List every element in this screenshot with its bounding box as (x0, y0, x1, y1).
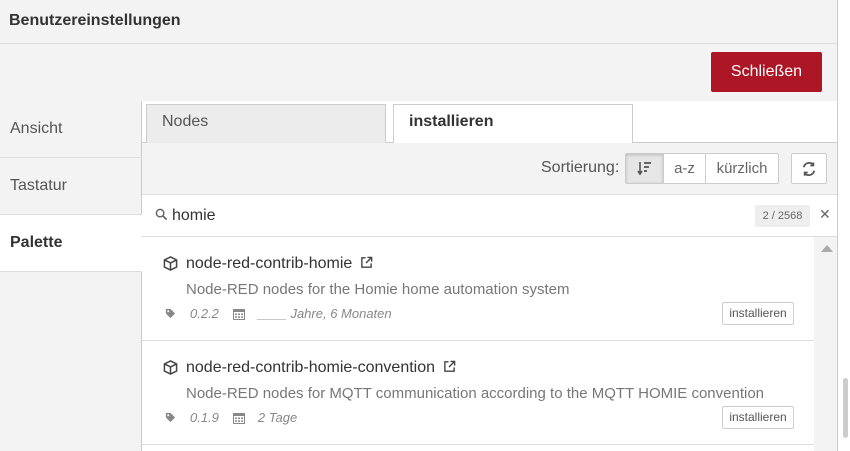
module-updated: ____ Jahre, 6 Monaten (257, 306, 392, 321)
search-bar: 2 / 2568 ✕ (142, 195, 837, 237)
palette-toolbar: Sortierung: a-z kürzlich (142, 143, 837, 195)
sort-relevance-button[interactable] (626, 154, 664, 183)
user-settings-dialog: Benutzereinstellungen Schließen Ansicht … (0, 0, 838, 451)
refresh-icon (802, 162, 816, 176)
tag-icon (165, 412, 176, 423)
package-icon (163, 256, 178, 271)
dialog-title-bar: Benutzereinstellungen (0, 0, 837, 44)
list-scrollbar[interactable] (814, 237, 837, 451)
module-version: 0.2.2 (190, 306, 219, 321)
close-button[interactable]: Schließen (711, 52, 822, 92)
module-description: Node-RED nodes for MQTT communication ac… (186, 385, 765, 402)
page-scrollbar-thumb[interactable] (843, 378, 848, 438)
module-meta: 0.2.2 ____ Jahre, 6 Monaten (165, 306, 392, 321)
list-item: node-red-contrib-homie-convention Node-R… (142, 341, 814, 445)
palette-manager: Nodes installieren Sortierung: a-z kürzl… (142, 101, 837, 451)
module-list: node-red-contrib-homie Node-RED nodes fo… (142, 237, 814, 451)
tab-install[interactable]: installieren (393, 104, 633, 144)
sort-options: a-z kürzlich (625, 153, 779, 184)
sidebar-item-tastatur[interactable]: Tastatur (0, 158, 142, 215)
module-updated: 2 Tage (257, 410, 298, 425)
search-input[interactable] (172, 204, 672, 228)
dialog-title: Benutzereinstellungen (9, 12, 181, 29)
tag-icon (165, 308, 176, 319)
tab-nodes[interactable]: Nodes (146, 104, 386, 143)
settings-sidebar: Ansicht Tastatur Palette (0, 101, 143, 451)
sort-relevance-icon (636, 162, 651, 176)
dialog-button-bar: Schließen (0, 44, 837, 101)
sort-label: Sortierung: (541, 159, 620, 176)
install-button[interactable]: installieren (722, 406, 794, 429)
calendar-icon (232, 412, 245, 424)
module-name-link[interactable]: node-red-contrib-homie-convention (186, 359, 435, 376)
sidebar-item-ansicht[interactable]: Ansicht (0, 101, 142, 158)
sort-recent-button[interactable]: kürzlich (706, 154, 778, 183)
external-link-icon[interactable] (360, 256, 373, 269)
install-button[interactable]: installieren (722, 302, 794, 325)
module-version: 0.1.9 (190, 410, 219, 425)
scroll-up-arrow-icon[interactable] (821, 245, 833, 252)
search-icon (155, 208, 168, 221)
module-meta: 0.1.9 2 Tage (165, 410, 297, 425)
sidebar-item-palette[interactable]: Palette (0, 215, 143, 272)
calendar-icon (232, 308, 245, 320)
module-name-link[interactable]: node-red-contrib-homie (186, 255, 352, 272)
module-name-line: node-red-contrib-homie-convention (186, 359, 456, 377)
refresh-button[interactable] (791, 153, 827, 184)
palette-tabs: Nodes installieren (142, 101, 837, 144)
result-count-badge: 2 / 2568 (755, 205, 810, 227)
module-name-line: node-red-contrib-homie (186, 255, 373, 273)
package-icon (163, 360, 178, 375)
clear-search-icon[interactable]: ✕ (819, 206, 831, 223)
sort-az-button[interactable]: a-z (664, 154, 706, 183)
list-item: node-red-contrib-homie Node-RED nodes fo… (142, 237, 814, 341)
module-description: Node-RED nodes for the Homie home automa… (186, 281, 570, 298)
external-link-icon[interactable] (443, 360, 456, 373)
